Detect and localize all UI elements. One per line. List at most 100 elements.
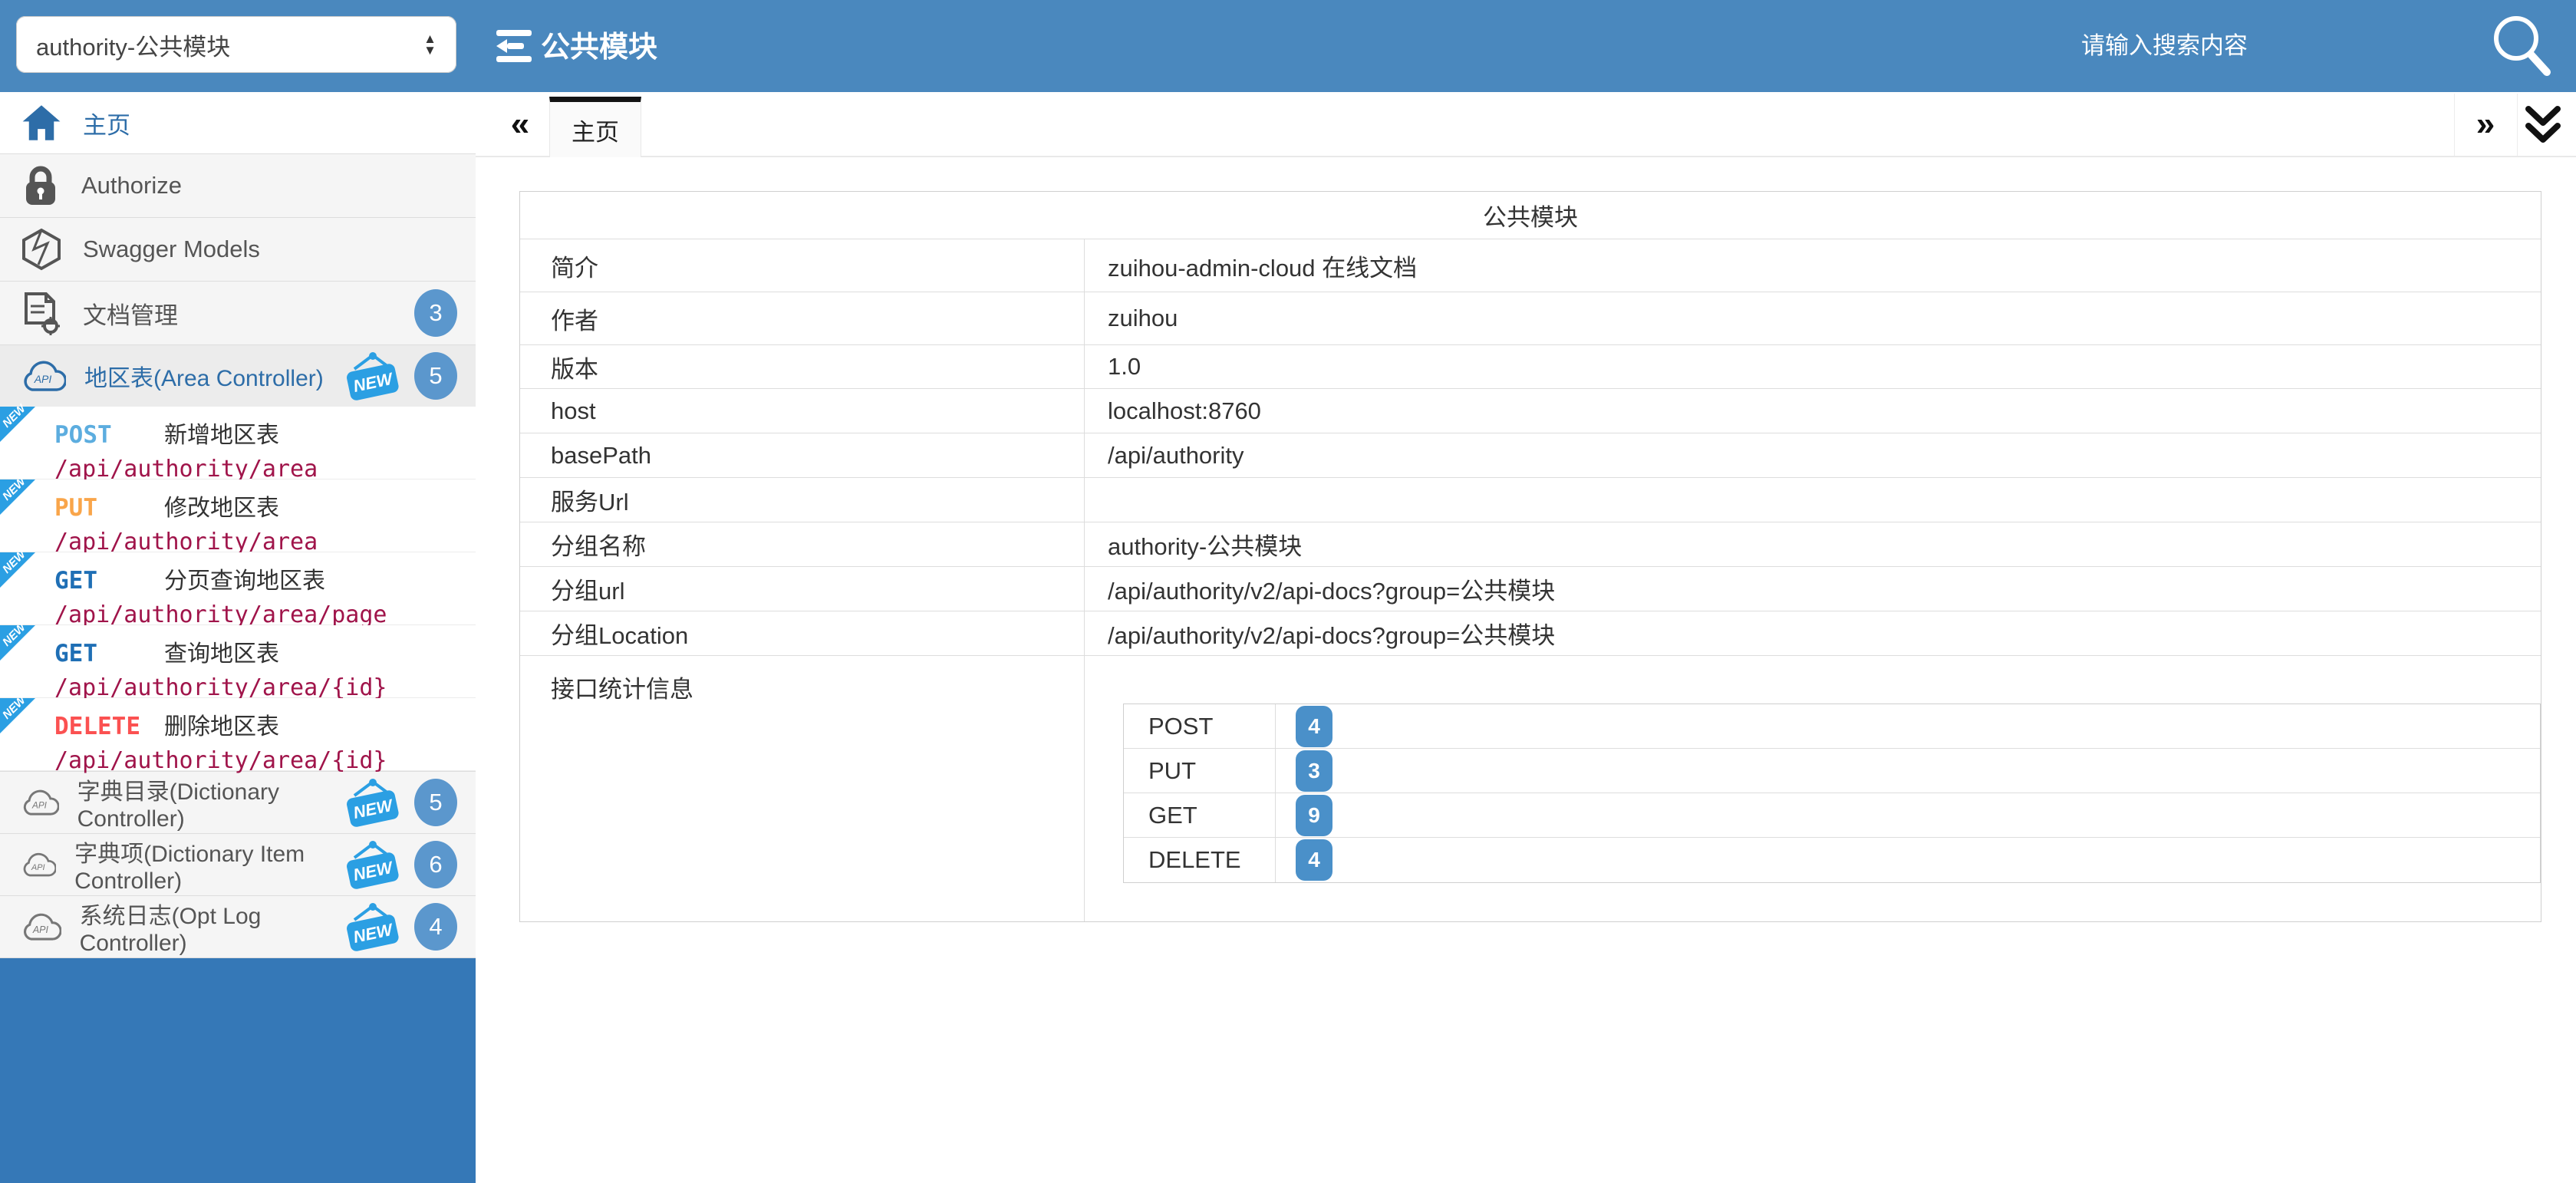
- row-label: 服务Url: [520, 478, 1085, 522]
- stats-count-badge: 3: [1296, 750, 1332, 792]
- tab-strip: « 主页 »: [476, 92, 2576, 157]
- cloud-api-icon: API: [21, 910, 61, 944]
- api-name: 查询地区表: [164, 634, 279, 668]
- table-row: 分组url /api/authority/v2/api-docs?group=公…: [520, 567, 2541, 611]
- stats-row: PUT 3: [1124, 749, 2540, 793]
- sidebar-controller-dictionary-item[interactable]: API 字典项(Dictionary Item Controller) NEW …: [0, 833, 476, 895]
- api-item-get-area-page[interactable]: NEW GET 分页查询地区表 /api/authority/area/page: [0, 552, 476, 625]
- row-label: basePath: [520, 433, 1085, 477]
- group-select[interactable]: authority-公共模块 ▲▼: [16, 16, 456, 73]
- count-badge: 5: [414, 779, 457, 826]
- stats-method-label: GET: [1124, 793, 1276, 837]
- row-value: /api/authority/v2/api-docs?group=公共模块: [1085, 611, 2541, 655]
- tabs-scroll-right-icon[interactable]: »: [2464, 92, 2507, 156]
- count-badge: 5: [414, 352, 457, 400]
- table-row: 版本 1.0: [520, 345, 2541, 389]
- home-icon: [21, 104, 61, 142]
- count-badge: 6: [414, 841, 457, 888]
- stats-row: POST 4: [1124, 704, 2540, 749]
- new-ribbon-icon: NEW: [0, 698, 35, 733]
- method-label: PUT: [54, 494, 164, 522]
- tabs-scroll-left-icon[interactable]: «: [499, 92, 542, 156]
- table-title: 公共模块: [520, 192, 2541, 239]
- sidebar-controller-area[interactable]: API 地区表(Area Controller) NEW 5: [0, 344, 476, 407]
- api-name: 删除地区表: [164, 707, 279, 741]
- new-ribbon-icon: NEW: [0, 479, 35, 515]
- group-select-value: authority-公共模块: [36, 28, 230, 62]
- row-value: localhost:8760: [1085, 389, 2541, 433]
- controller-label: 字典目录(Dictionary Controller): [77, 773, 342, 832]
- api-list: NEW POST 新增地区表 /api/authority/area NEW P…: [0, 407, 476, 771]
- stats-count-badge: 4: [1296, 839, 1332, 881]
- method-label: GET: [54, 567, 164, 595]
- api-item-put-area[interactable]: NEW PUT 修改地区表 /api/authority/area: [0, 479, 476, 552]
- row-label: 作者: [520, 292, 1085, 344]
- sidebar-item-authorize[interactable]: Authorize: [0, 153, 476, 217]
- count-badge: 4: [414, 903, 457, 951]
- table-row: host localhost:8760: [520, 389, 2541, 433]
- row-label: host: [520, 389, 1085, 433]
- lock-icon: [21, 165, 60, 206]
- new-tag-icon: NEW: [342, 351, 404, 401]
- api-item-delete-area-id[interactable]: NEW DELETE 删除地区表 /api/authority/area/{id…: [0, 698, 476, 771]
- method-label: GET: [54, 640, 164, 667]
- count-badge: 3: [414, 289, 457, 337]
- api-name: 新增地区表: [164, 416, 279, 450]
- stats-row: GET 9: [1124, 793, 2540, 838]
- new-ribbon-icon: NEW: [0, 407, 35, 442]
- row-value: authority-公共模块: [1085, 522, 2541, 566]
- stats-method-label: POST: [1124, 704, 1276, 748]
- row-label: 分组url: [520, 567, 1085, 611]
- row-label: 分组Location: [520, 611, 1085, 655]
- api-item-get-area-id[interactable]: NEW GET 查询地区表 /api/authority/area/{id}: [0, 625, 476, 698]
- row-label: 版本: [520, 345, 1085, 388]
- controller-label: 字典项(Dictionary Item Controller): [74, 835, 342, 895]
- sidebar-controller-opt-log[interactable]: API 系统日志(Opt Log Controller) NEW 4: [0, 895, 476, 957]
- sidebar-item-swagger-models[interactable]: Swagger Models: [0, 217, 476, 281]
- api-name: 分页查询地区表: [164, 562, 325, 595]
- stats-count-badge: 9: [1296, 795, 1332, 836]
- hexagon-models-icon: [21, 228, 61, 271]
- sidebar-item-doc-manage[interactable]: 文档管理 3: [0, 281, 476, 344]
- row-value: POST 4 PUT 3 GET 9 DELETE 4: [1085, 656, 2541, 921]
- app-header: authority-公共模块 ▲▼ 公共模块: [0, 0, 2576, 92]
- row-label: 简介: [520, 239, 1085, 292]
- svg-text:API: API: [34, 373, 52, 385]
- search-input[interactable]: [1925, 21, 2248, 71]
- table-row: 作者 zuihou: [520, 292, 2541, 345]
- new-tag-icon: NEW: [342, 901, 404, 952]
- header-menu-icon: [495, 28, 535, 70]
- row-label: 分组名称: [520, 522, 1085, 566]
- sidebar-footer: [0, 957, 476, 1183]
- api-stats-table: POST 4 PUT 3 GET 9 DELETE 4: [1123, 704, 2541, 883]
- sidebar-controller-dictionary[interactable]: API 字典目录(Dictionary Controller) NEW 5: [0, 771, 476, 833]
- sidebar-item-label: Swagger Models: [83, 236, 260, 263]
- table-row: 分组名称 authority-公共模块: [520, 522, 2541, 567]
- table-row: 分组Location /api/authority/v2/api-docs?gr…: [520, 611, 2541, 656]
- stats-row: DELETE 4: [1124, 838, 2540, 882]
- svg-text:API: API: [31, 863, 45, 872]
- collapse-all-icon[interactable]: [2519, 104, 2567, 147]
- cloud-api-icon: API: [21, 786, 59, 819]
- api-path: /api/authority/area/{id}: [54, 747, 468, 774]
- search-icon[interactable]: [2489, 11, 2555, 81]
- tab-home-label: 主页: [572, 113, 619, 147]
- controller-label: 系统日志(Opt Log Controller): [80, 897, 342, 957]
- stats-method-label: PUT: [1124, 749, 1276, 793]
- api-path: /api/authority/area: [54, 456, 468, 483]
- controller-label: 地区表(Area Controller): [84, 359, 324, 393]
- tab-home[interactable]: 主页: [549, 97, 641, 157]
- api-item-post-area[interactable]: NEW POST 新增地区表 /api/authority/area: [0, 407, 476, 479]
- method-label: POST: [54, 421, 164, 449]
- sidebar-home-label: 主页: [83, 106, 130, 140]
- svg-text:API: API: [32, 924, 49, 935]
- row-value: 1.0: [1085, 345, 2541, 388]
- new-ribbon-icon: NEW: [0, 552, 35, 588]
- sidebar-item-home[interactable]: 主页: [0, 92, 476, 153]
- stats-method-label: DELETE: [1124, 838, 1276, 882]
- table-row: 服务Url: [520, 478, 2541, 522]
- sidebar-item-label: 文档管理: [83, 296, 178, 331]
- select-arrows-icon: ▲▼: [423, 33, 436, 56]
- page-title: 公共模块: [541, 23, 657, 65]
- api-stats-row: 接口统计信息 POST 4 PUT 3 GET 9: [520, 656, 2541, 921]
